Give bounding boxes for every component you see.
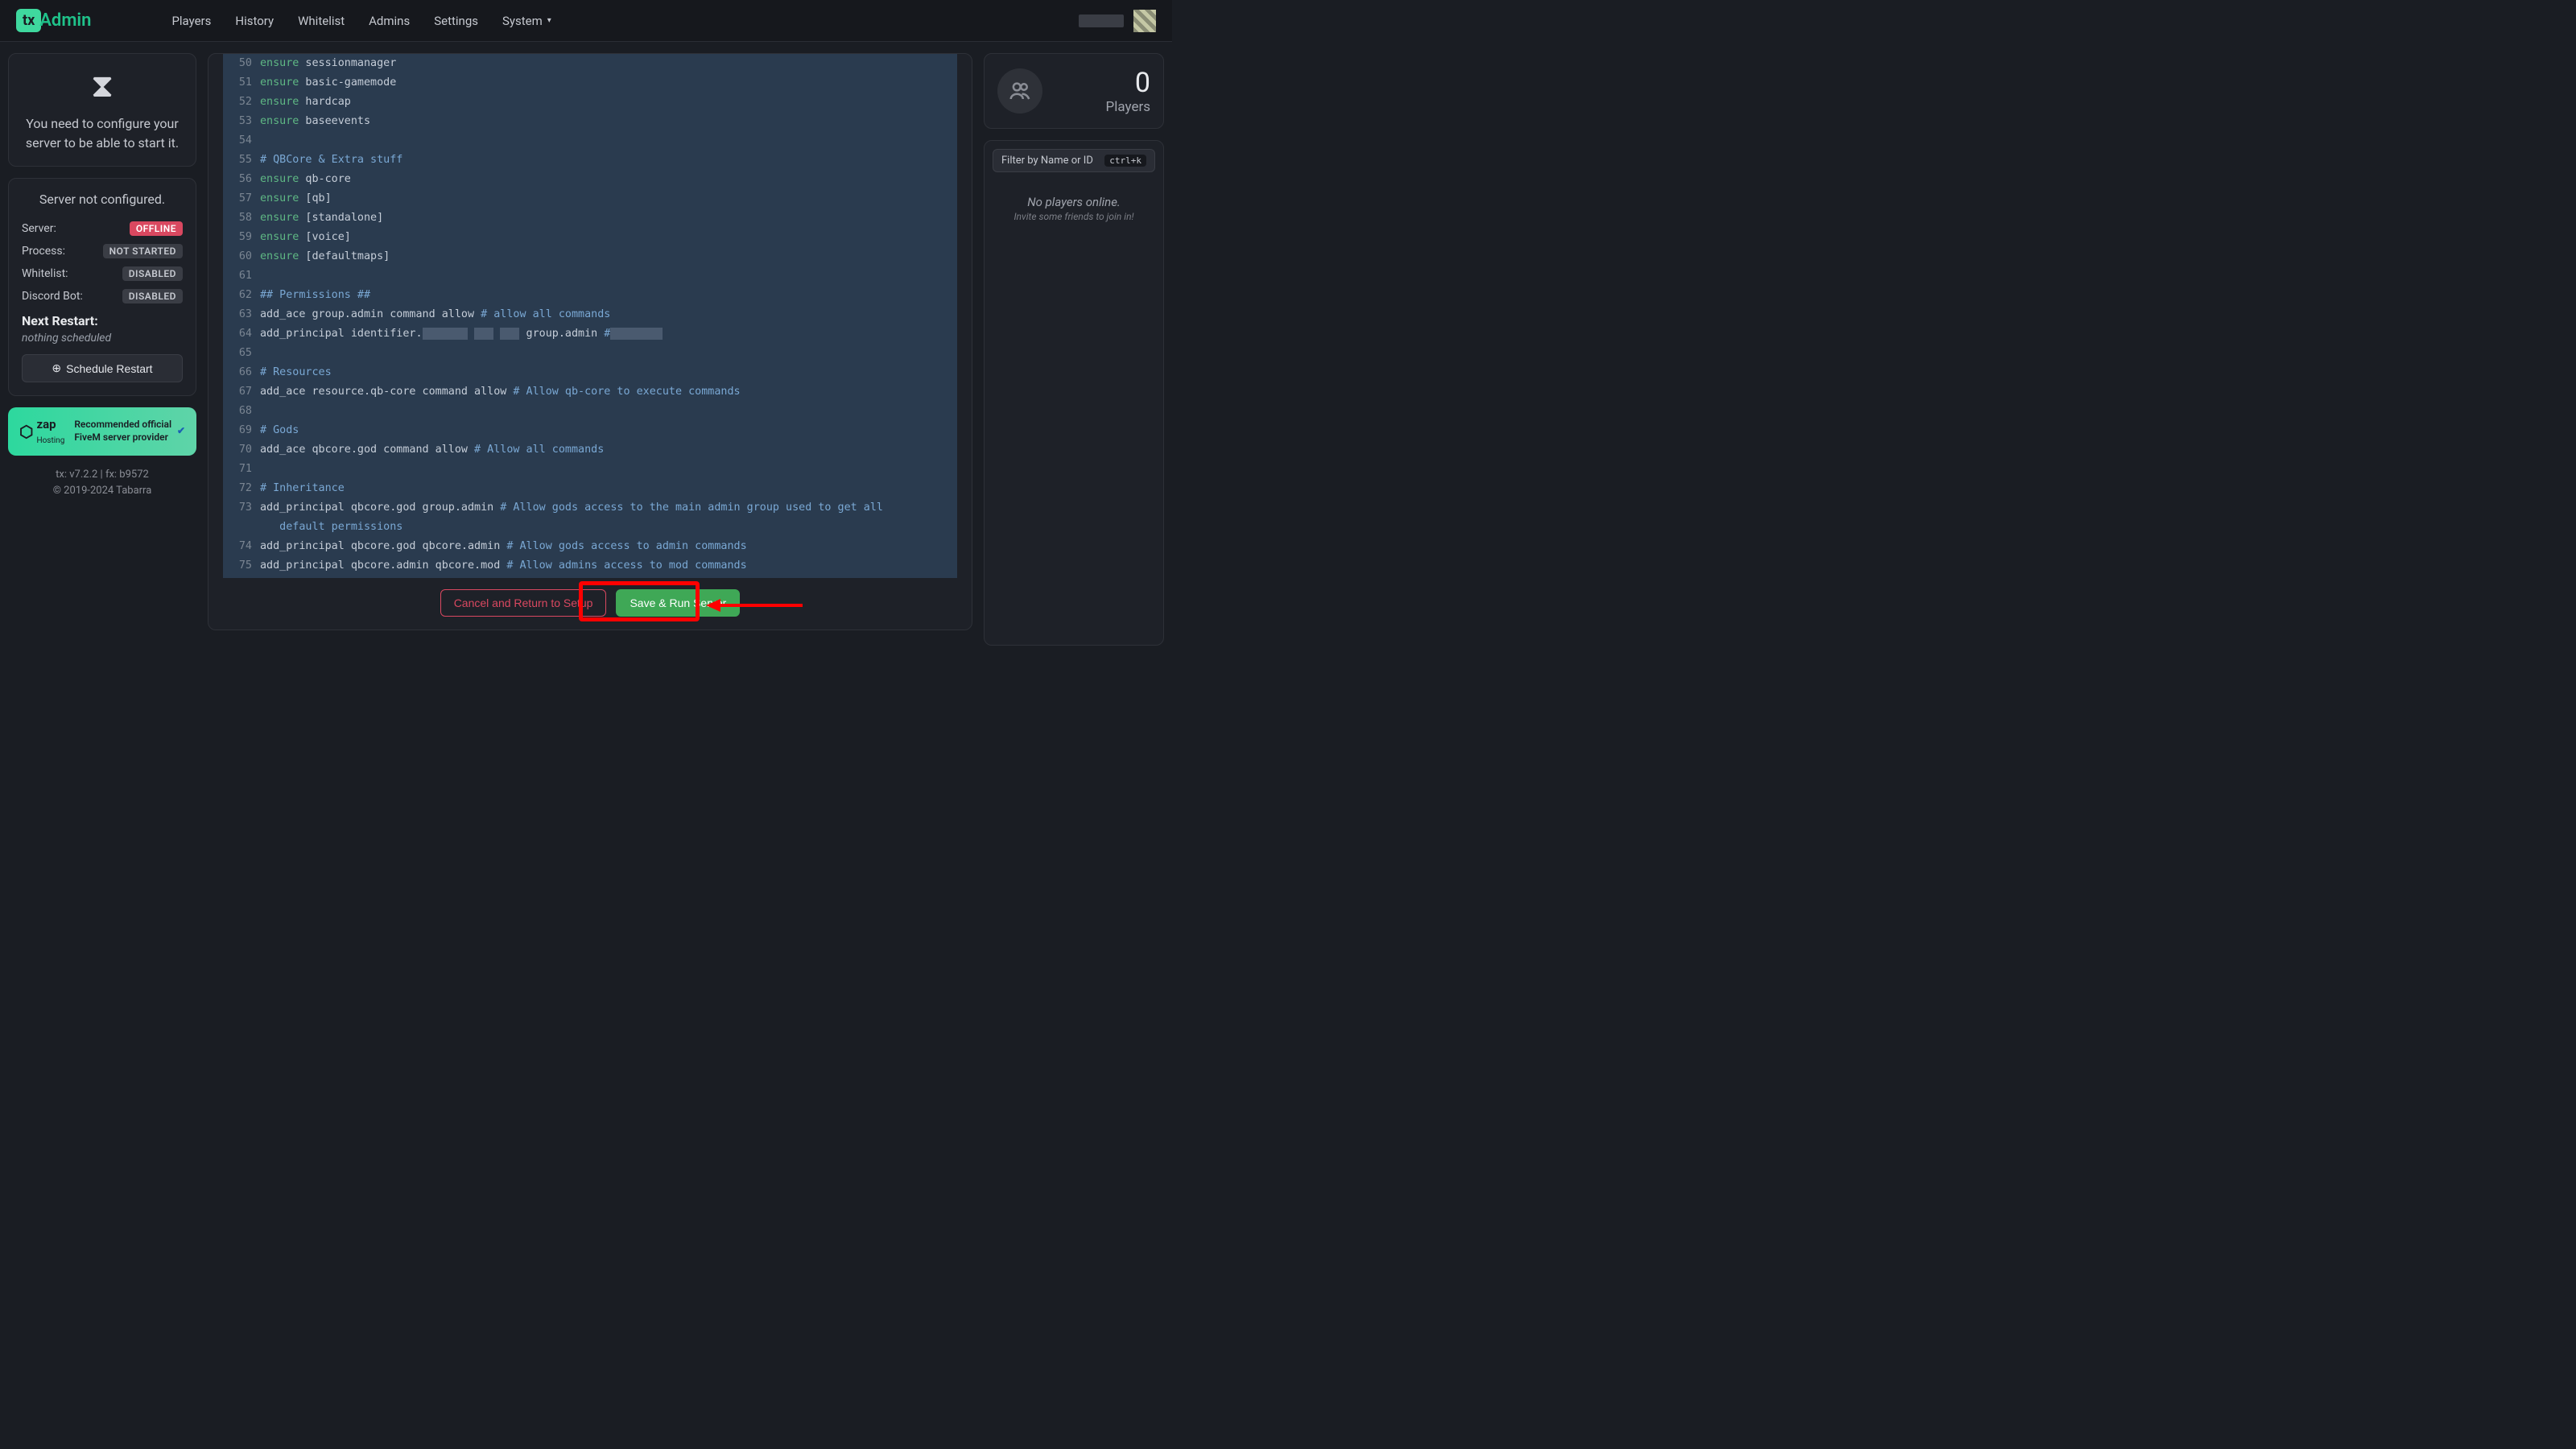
code-line: 61 — [233, 266, 947, 286]
nav-system[interactable]: System — [502, 14, 551, 28]
status-label: Process: — [22, 245, 65, 258]
status-card: Server not configured. Server: OFFLINE Pro… — [8, 178, 196, 396]
nav-whitelist[interactable]: Whitelist — [298, 14, 345, 28]
logo-admin: Admin — [39, 10, 91, 31]
code-line: 66# Resources — [233, 363, 947, 382]
config-message: You need to configure your server to be … — [22, 114, 183, 153]
status-label: Discord Bot: — [22, 290, 83, 303]
status-label: Server: — [22, 222, 56, 235]
code-line: 65 — [233, 344, 947, 363]
code-line: 57ensure [qb] — [233, 189, 947, 208]
code-editor[interactable]: 50ensure sessionmanager51ensure basic-ga… — [223, 54, 957, 578]
code-line: 73add_principal qbcore.god group.admin #… — [233, 498, 947, 518]
code-line: 64add_principal identifier.xxxxxxx xxx x… — [233, 324, 947, 344]
zap-hosting-promo[interactable]: ⬡ zapHosting Recommended official FiveM … — [8, 407, 196, 456]
next-restart-title: Next Restart: — [22, 313, 183, 328]
code-line: 63add_ace group.admin command allow # al… — [233, 305, 947, 324]
code-line: 71 — [233, 460, 947, 479]
code-line: 52ensure hardcap — [233, 93, 947, 112]
config-card: ⧗ You need to configure your server to b… — [8, 53, 196, 167]
status-badge: NOT STARTED — [103, 244, 183, 258]
players-filter-card: Filter by Name or ID ctrl+k No players o… — [984, 140, 1164, 646]
logo-tx: tx — [16, 9, 41, 32]
players-count-card: 0 Players — [984, 53, 1164, 129]
nav-history[interactable]: History — [235, 14, 274, 28]
code-line: 69# Gods — [233, 421, 947, 440]
code-line: 51ensure basic-gamemode — [233, 73, 947, 93]
cancel-button[interactable]: Cancel and Return to Setup — [440, 589, 607, 617]
code-line: 72# Inheritance — [233, 479, 947, 498]
code-line: 62## Permissions ## — [233, 286, 947, 305]
zap-logo: ⬡ zapHosting — [19, 417, 64, 446]
code-line: 56ensure qb-core — [233, 170, 947, 189]
code-line: 74add_principal qbcore.god qbcore.admin … — [233, 537, 947, 556]
code-line: 59ensure [voice] — [233, 228, 947, 247]
server-not-configured: Server not configured. — [22, 192, 183, 207]
code-line: 75add_principal qbcore.admin qbcore.mod … — [233, 556, 947, 576]
nav: Players History Whitelist Admins Setting… — [171, 14, 551, 28]
next-restart-sub: nothing scheduled — [22, 332, 183, 345]
players-label: Players — [1106, 99, 1150, 115]
status-row: Discord Bot: DISABLED — [22, 289, 183, 303]
code-line: 54 — [233, 131, 947, 151]
verified-icon: ✔ — [177, 425, 185, 438]
hourglass-icon: ⧗ — [22, 67, 183, 105]
code-line: 55# QBCore & Extra stuff — [233, 151, 947, 170]
schedule-restart-button[interactable]: ⊕ Schedule Restart — [22, 354, 183, 382]
logo[interactable]: tx Admin — [16, 9, 91, 32]
filter-placeholder: Filter by Name or ID — [1001, 155, 1093, 167]
status-row: Server: OFFLINE — [22, 221, 183, 236]
code-line: 68 — [233, 402, 947, 421]
code-line: 60ensure [defaultmaps] — [233, 247, 947, 266]
header-right — [1079, 10, 1156, 32]
status-badge: DISABLED — [122, 266, 183, 281]
status-row: Process: NOT STARTED — [22, 244, 183, 258]
save-run-button[interactable]: Save & Run Server — [616, 589, 740, 617]
nav-players[interactable]: Players — [171, 14, 211, 28]
plus-circle-icon: ⊕ — [52, 361, 61, 375]
zap-text: Recommended official FiveM server provid… — [74, 419, 185, 444]
status-label: Whitelist: — [22, 267, 68, 280]
code-line: 53ensure baseevents — [233, 112, 947, 131]
header: tx Admin Players History Whitelist Admin… — [0, 0, 1172, 42]
code-line: default permissions — [233, 518, 947, 537]
code-line: 67add_ace resource.qb-core command allow… — [233, 382, 947, 402]
status-row: Whitelist: DISABLED — [22, 266, 183, 281]
status-badge: DISABLED — [122, 289, 183, 303]
code-line: 58ensure [standalone] — [233, 208, 947, 228]
nav-admins[interactable]: Admins — [369, 14, 410, 28]
code-line: 76 — [233, 576, 947, 578]
no-players-sub: Invite some friends to join in! — [993, 211, 1155, 222]
nav-settings[interactable]: Settings — [434, 14, 478, 28]
editor-card: 50ensure sessionmanager51ensure basic-ga… — [208, 53, 972, 630]
players-icon — [997, 68, 1042, 114]
footer: tx: v7.2.2 | fx: b9572 © 2019-2024 Tabar… — [8, 467, 196, 498]
username-redacted — [1079, 14, 1124, 27]
players-count: 0 — [1106, 67, 1150, 99]
code-line: 50ensure sessionmanager — [233, 54, 947, 73]
code-line: 70add_ace qbcore.god command allow # All… — [233, 440, 947, 460]
avatar[interactable] — [1133, 10, 1156, 32]
status-badge: OFFLINE — [130, 221, 183, 236]
filter-input[interactable]: Filter by Name or ID ctrl+k — [993, 149, 1155, 172]
filter-shortcut: ctrl+k — [1104, 155, 1146, 167]
no-players-main: No players online. — [993, 195, 1155, 209]
